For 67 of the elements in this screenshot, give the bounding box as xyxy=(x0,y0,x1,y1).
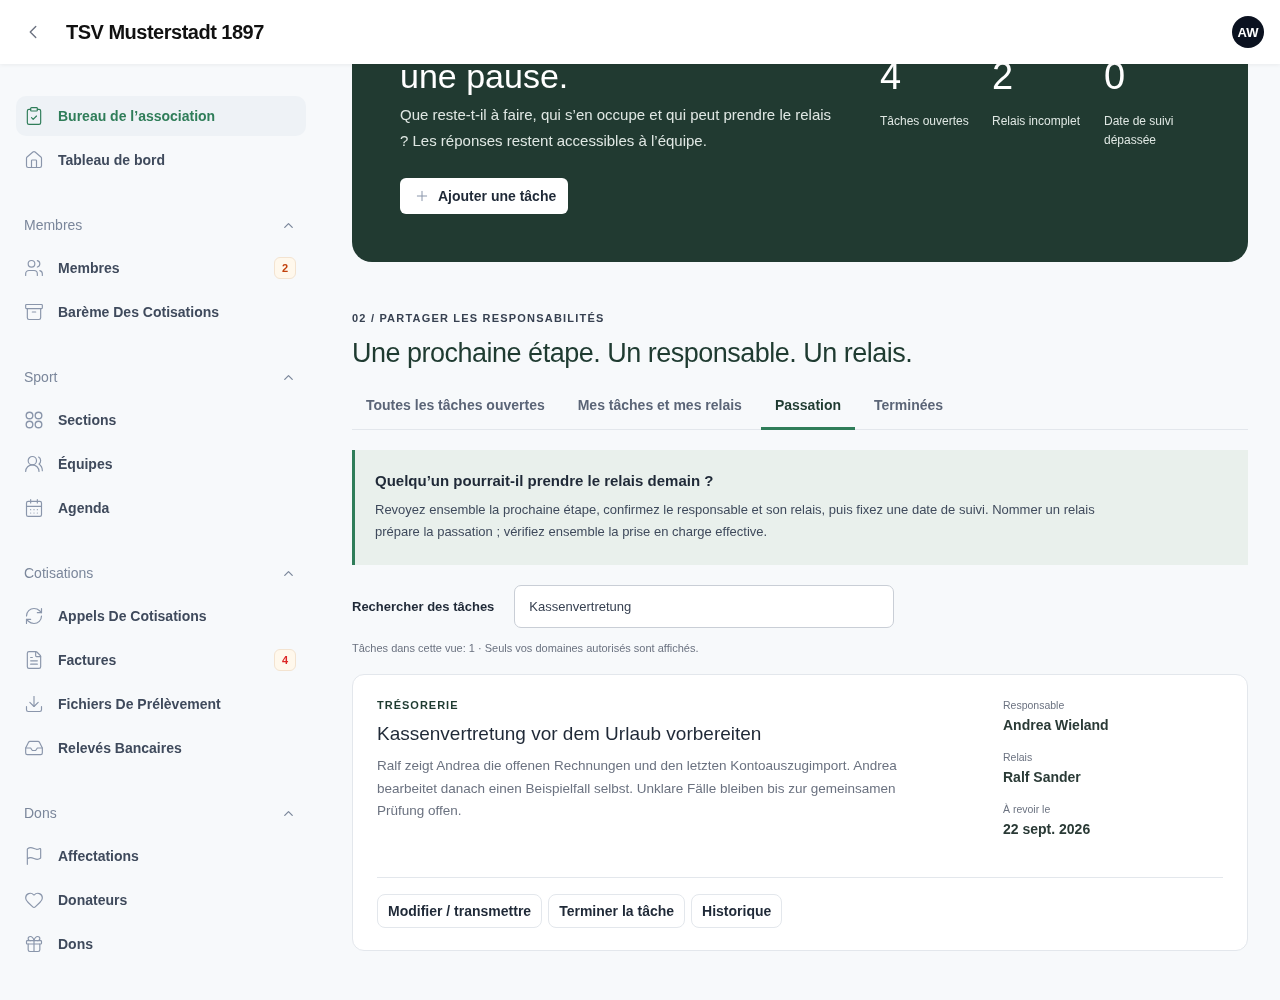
action-button[interactable]: Historique xyxy=(691,894,783,928)
meta-label: Responsable xyxy=(1003,699,1066,711)
document-icon xyxy=(24,650,44,670)
callout-title: Quelqu’un pourrait-il prendre le relais demain ? xyxy=(375,472,715,489)
inbox-icon xyxy=(24,738,44,758)
action-button[interactable]: Terminer la tâche xyxy=(548,894,686,928)
sidebar-item[interactable]: Agenda xyxy=(16,488,306,528)
sidebar-group-header[interactable]: Membres xyxy=(16,210,306,240)
stat-value: 4 xyxy=(880,62,903,96)
flag-icon xyxy=(24,846,44,866)
add-task-button[interactable]: Ajouter une tâche xyxy=(400,178,569,214)
home-icon xyxy=(24,150,44,170)
users-icon xyxy=(24,258,44,278)
stat-label: Date de suivi dépassée xyxy=(1104,113,1175,149)
search-field[interactable]: Kassenvertretung xyxy=(514,585,895,628)
sidebar-group-header[interactable]: Cotisations xyxy=(16,558,306,588)
action-button[interactable]: Modifier / transmettre xyxy=(377,894,543,928)
archive-box-icon xyxy=(24,302,44,322)
stat-label: Tâches ouvertes xyxy=(880,113,970,130)
grid-icon xyxy=(24,410,44,430)
gift-icon xyxy=(24,934,44,954)
tab[interactable]: Passation xyxy=(760,397,856,430)
task-title: Kassenvertretung vor dem Urlaub vorbereiten xyxy=(377,723,763,745)
task-category: TRÉSORERIE xyxy=(377,699,460,711)
group-icon xyxy=(24,454,44,474)
meta-label: À revoir le xyxy=(1003,803,1052,815)
plus-icon xyxy=(414,188,430,204)
sidebar-item[interactable]: Tableau de bord xyxy=(16,140,306,180)
meta-value: 22 sept. 2026 xyxy=(1003,821,1092,837)
clipboard-check-icon xyxy=(24,106,44,126)
count-badge: 4 xyxy=(273,649,296,671)
stat-label: Relais incomplet xyxy=(992,113,1082,130)
search-label: Rechercher des tâches xyxy=(352,599,495,614)
sidebar-item[interactable]: Membres 2 xyxy=(16,248,306,288)
download-icon xyxy=(24,694,44,714)
calendar-icon xyxy=(24,498,44,518)
sidebar-item[interactable]: Barème Des Cotisations xyxy=(16,292,306,332)
task-description: Ralf zeigt Andrea die offenen Rechnungen und den letzten Kontoauszugimport. Andrea bearbeitet danach einen Beispielfall selbst. Unklare Fälle bleiben bis zur gemeinsamen Prüfung offen. xyxy=(377,757,898,820)
club-title: TSV Musterstadt 1897 xyxy=(66,20,265,44)
sidebar-item[interactable]: Affectations xyxy=(16,836,306,876)
meta-label: Relais xyxy=(1003,751,1034,763)
sidebar-item[interactable]: Donateurs xyxy=(16,880,306,920)
tab[interactable]: Mes tâches et mes relais xyxy=(563,397,756,430)
count-badge: 2 xyxy=(273,257,296,279)
sidebar-group-header[interactable]: Dons xyxy=(16,798,306,828)
section-heading: Une prochaine étape. Un responsable. Un relais. xyxy=(352,338,914,369)
sidebar-item[interactable]: Fichiers De Prélèvement xyxy=(16,684,306,724)
section-eyebrow: 02 / PARTAGER LES RESPONSABILITÉS xyxy=(352,312,606,324)
sidebar-item[interactable]: Équipes xyxy=(16,444,306,484)
result-note: Tâches dans cette vue: 1 · Seuls vos domaines autorisés sont affichés. xyxy=(352,642,700,654)
user-avatar[interactable]: AW xyxy=(1232,16,1264,48)
sidebar-item[interactable]: Relevés Bancaires xyxy=(16,728,306,768)
sidebar-item[interactable]: Factures 4 xyxy=(16,640,306,680)
tab[interactable]: Toutes les tâches ouvertes xyxy=(352,397,559,430)
sidebar-item[interactable]: Dons xyxy=(16,924,306,964)
sidebar-item[interactable]: Bureau de l’association xyxy=(16,96,306,136)
refresh-icon xyxy=(24,606,44,626)
meta-value: Ralf Sander xyxy=(1003,769,1082,785)
sidebar-item[interactable]: Appels De Cotisations xyxy=(16,596,306,636)
heart-icon xyxy=(24,890,44,910)
tab[interactable]: Terminées xyxy=(860,397,958,430)
hero-heading: une pause. xyxy=(400,56,570,96)
sidebar-group-header[interactable]: Sport xyxy=(16,362,306,392)
meta-value: Andrea Wieland xyxy=(1003,717,1110,733)
callout-text: Revoyez ensemble la prochaine étape, confirmez le responsable et son relais, puis fixez une date de suivi. Nommer un relais prépare la passation ; vérifiez ensemble la prise en charge effective. xyxy=(375,501,1096,541)
hero-text: Que reste-t-il à faire, qui s’en occupe et qui peut prendre le relais ? Les réponses restent accessibles à l’équipe. xyxy=(400,105,833,151)
sidebar-item[interactable]: Sections xyxy=(16,400,306,440)
